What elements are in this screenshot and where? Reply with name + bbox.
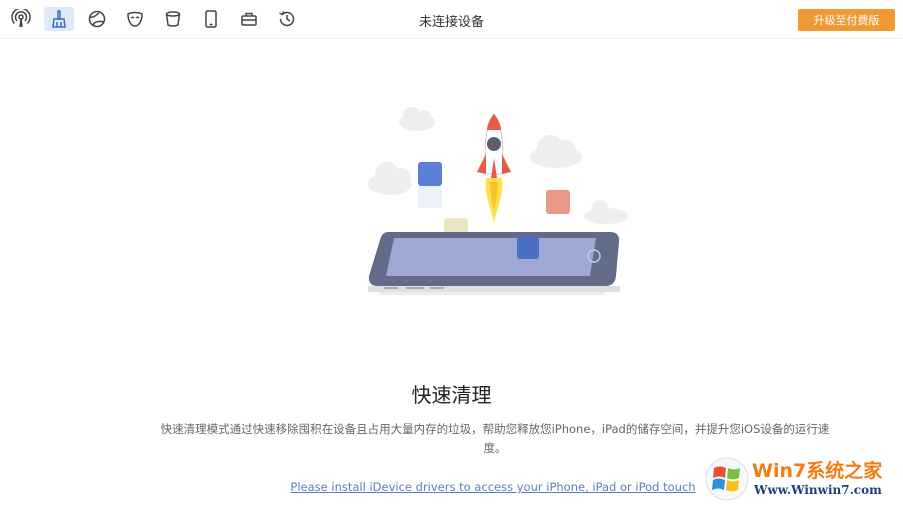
globe-icon	[88, 10, 106, 28]
tool-broom[interactable]	[44, 7, 74, 31]
tool-list	[6, 7, 310, 31]
toolbox-icon	[241, 12, 257, 26]
podcast-icon	[11, 9, 31, 28]
feature-description: 快速清理模式通过快速移除囤积在设备且占用大量内存的垃圾，帮助您释放您iPhone…	[160, 422, 830, 455]
broom-icon	[52, 10, 66, 28]
upgrade-button[interactable]: 升级至付费版	[798, 9, 895, 31]
watermark: Win7系统之家 Www.Winwin7.com	[704, 454, 900, 504]
watermark-url: Www.Winwin7.com	[754, 483, 882, 497]
tool-toolbox[interactable]	[234, 7, 264, 31]
phone-icon	[205, 10, 217, 28]
hero-illustration	[368, 107, 628, 295]
top-toolbar: 未连接设备 升级至付费版	[0, 0, 903, 39]
feature-title: 快速清理	[411, 383, 492, 407]
tool-phone[interactable]	[196, 7, 226, 31]
bucket-icon	[165, 11, 181, 27]
history-icon	[279, 11, 295, 27]
tablet-icon	[368, 232, 620, 295]
windows-logo-icon	[705, 457, 749, 501]
tool-mask[interactable]	[120, 7, 150, 31]
tool-globe[interactable]	[82, 7, 112, 31]
rocket-icon	[477, 113, 511, 224]
mask-icon	[127, 11, 143, 27]
tool-history[interactable]	[272, 7, 302, 31]
watermark-brand: Win7系统之家	[752, 460, 883, 482]
tool-bucket[interactable]	[158, 7, 188, 31]
tool-podcast[interactable]	[6, 7, 36, 31]
